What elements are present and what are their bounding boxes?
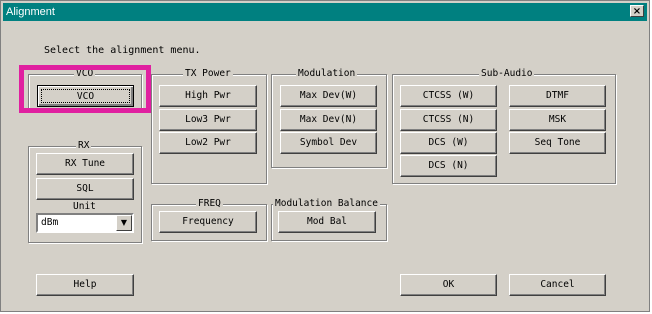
close-button[interactable]: ×: [630, 5, 644, 17]
sub-audio-group-label: Sub-Audio: [479, 68, 535, 79]
dtmf-button[interactable]: DTMF: [509, 85, 606, 107]
dcs-n-button[interactable]: DCS (N): [400, 155, 497, 177]
max-dev-w-button[interactable]: Max Dev(W): [280, 85, 377, 107]
title-bar[interactable]: Alignment ×: [3, 3, 647, 21]
rx-tune-button[interactable]: RX Tune: [36, 153, 134, 175]
unit-select[interactable]: dBm ▼: [36, 213, 134, 233]
low2-pwr-button[interactable]: Low2 Pwr: [159, 132, 257, 154]
chevron-down-icon[interactable]: ▼: [116, 215, 132, 231]
unit-select-value: dBm: [41, 217, 59, 228]
max-dev-n-button[interactable]: Max Dev(N): [280, 109, 377, 131]
rx-group-label: RX: [76, 140, 92, 151]
unit-label: Unit: [73, 201, 96, 212]
modulation-group-label: Modulation: [296, 68, 358, 79]
symbol-dev-button[interactable]: Symbol Dev: [280, 132, 377, 154]
tx-power-group-label: TX Power: [183, 68, 233, 79]
help-button[interactable]: Help: [36, 274, 134, 296]
mod-balance-group-label: Modulation Balance: [273, 198, 380, 209]
ctcss-w-button[interactable]: CTCSS (W): [400, 85, 497, 107]
ctcss-n-button[interactable]: CTCSS (N): [400, 109, 497, 131]
msk-button[interactable]: MSK: [509, 109, 606, 131]
sql-button[interactable]: SQL: [36, 178, 134, 200]
low3-pwr-button[interactable]: Low3 Pwr: [159, 109, 257, 131]
instruction-text: Select the alignment menu.: [44, 45, 201, 56]
ok-button[interactable]: OK: [400, 274, 497, 296]
seq-tone-button[interactable]: Seq Tone: [509, 132, 606, 154]
mod-bal-button[interactable]: Mod Bal: [278, 211, 376, 233]
dcs-w-button[interactable]: DCS (W): [400, 132, 497, 154]
frequency-button[interactable]: Frequency: [159, 211, 257, 233]
window-title: Alignment: [6, 6, 55, 18]
alignment-dialog: Alignment × Select the alignment menu. V…: [0, 0, 650, 312]
cancel-button[interactable]: Cancel: [509, 274, 606, 296]
freq-group-label: FREQ: [196, 198, 223, 209]
highlight-frame: [19, 65, 151, 113]
high-pwr-button[interactable]: High Pwr: [159, 85, 257, 107]
